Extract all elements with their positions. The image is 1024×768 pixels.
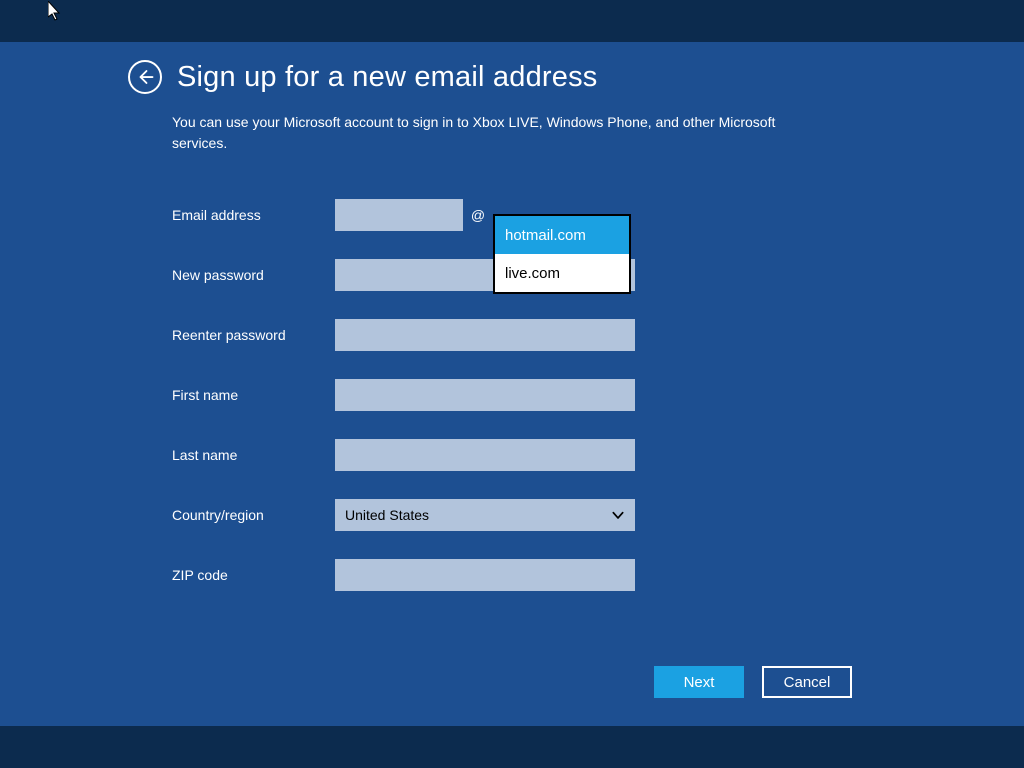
back-button[interactable] xyxy=(128,60,162,94)
top-band xyxy=(0,0,1024,42)
chevron-down-icon xyxy=(611,508,625,522)
country-select[interactable]: United States xyxy=(335,499,635,531)
email-label: Email address xyxy=(172,207,335,223)
zip-input[interactable] xyxy=(335,559,635,591)
zip-label: ZIP code xyxy=(172,567,335,583)
reenter-password-input[interactable] xyxy=(335,319,635,351)
domain-option-live[interactable]: live.com xyxy=(495,254,629,292)
mouse-cursor-icon xyxy=(48,1,64,23)
first-name-input[interactable] xyxy=(335,379,635,411)
new-password-label: New password xyxy=(172,267,335,283)
next-button[interactable]: Next xyxy=(654,666,744,698)
first-name-label: First name xyxy=(172,387,335,403)
last-name-label: Last name xyxy=(172,447,335,463)
arrow-left-icon xyxy=(136,68,154,86)
email-username-input[interactable] xyxy=(335,199,463,231)
email-domain-dropdown[interactable]: hotmail.com live.com xyxy=(493,214,631,294)
at-symbol: @ xyxy=(463,207,493,223)
signup-form: Email address @ hotmail.com live.com New… xyxy=(172,199,896,591)
country-label: Country/region xyxy=(172,507,335,523)
last-name-input[interactable] xyxy=(335,439,635,471)
country-value: United States xyxy=(345,507,611,523)
domain-option-hotmail[interactable]: hotmail.com xyxy=(495,216,629,254)
bottom-band xyxy=(0,726,1024,768)
button-bar: Next Cancel xyxy=(654,666,852,698)
page-subtitle: You can use your Microsoft account to si… xyxy=(172,112,812,154)
page-title: Sign up for a new email address xyxy=(177,61,597,94)
reenter-password-label: Reenter password xyxy=(172,327,335,343)
cancel-button[interactable]: Cancel xyxy=(762,666,852,698)
